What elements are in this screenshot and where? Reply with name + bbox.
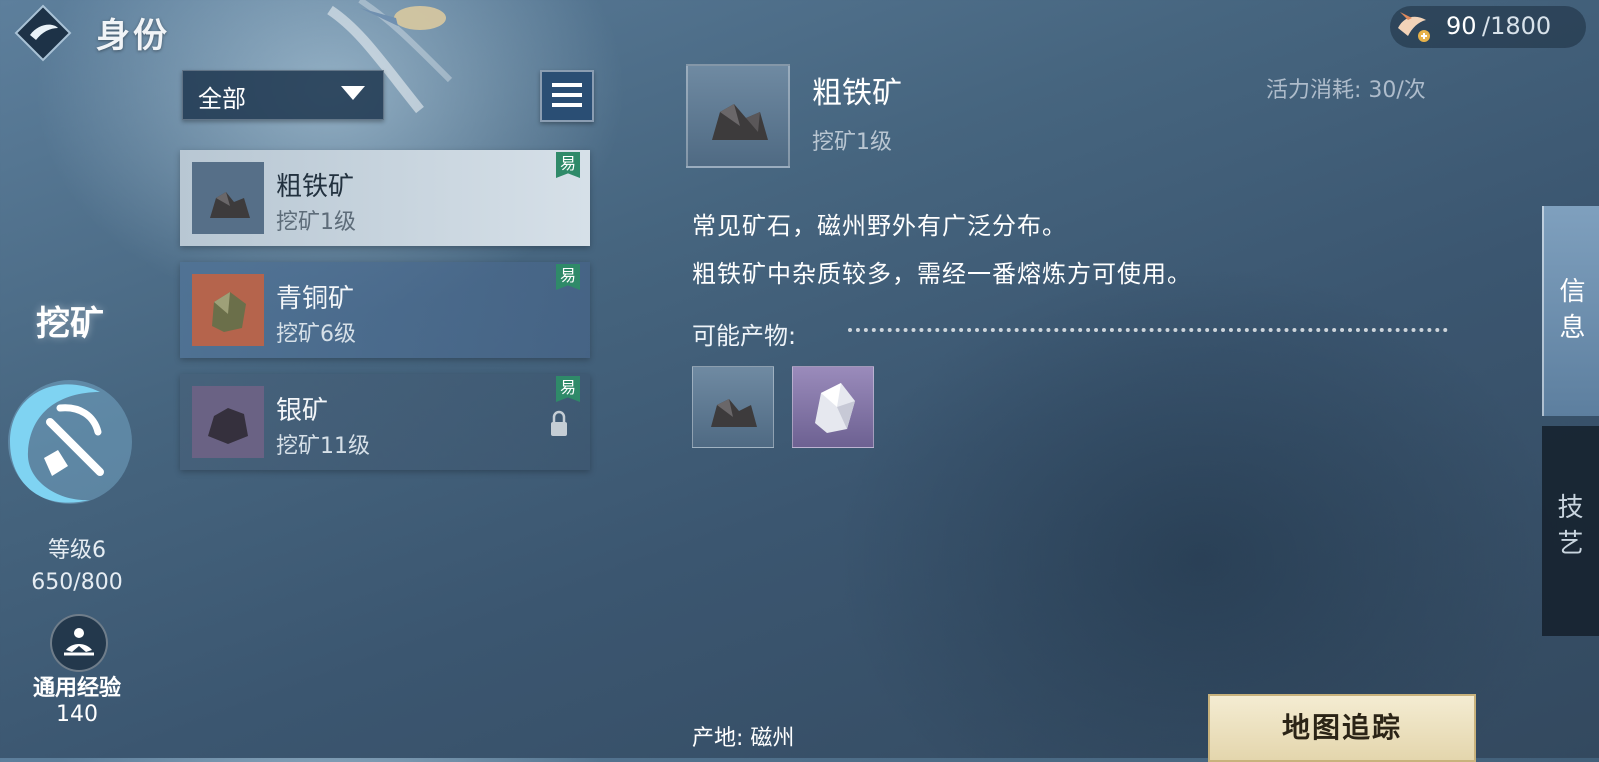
- detail-name: 粗铁矿: [812, 76, 902, 111]
- description-line: 常见矿石，磁州野外有广泛分布。: [692, 212, 1067, 240]
- products-label: 可能产物:: [692, 322, 797, 350]
- difficulty-badge: 易: [556, 152, 580, 178]
- menu-button[interactable]: [540, 70, 594, 122]
- description-line: 粗铁矿中杂质较多，需经一番熔炼方可使用。: [692, 260, 1192, 288]
- difficulty-badge: 易: [556, 376, 580, 402]
- crystal-icon[interactable]: [792, 366, 874, 448]
- skill-level: 等级6: [48, 538, 106, 563]
- tab-skill-label: 艺: [1557, 529, 1584, 559]
- item-level: 挖矿11级: [276, 434, 370, 459]
- energy-bird-icon: [1398, 12, 1430, 42]
- item-level: 挖矿1级: [276, 210, 356, 235]
- iron-ore-icon: [192, 162, 264, 234]
- menu-icon: [552, 103, 582, 107]
- item-level: 挖矿6级: [276, 322, 356, 347]
- meditation-icon[interactable]: [50, 614, 108, 672]
- item-name: 青铜矿: [276, 284, 355, 314]
- tab-skill-label: 技: [1557, 493, 1584, 523]
- back-diamond-icon[interactable]: [14, 4, 72, 62]
- skill-name: 挖矿: [36, 304, 104, 344]
- lock-icon: [551, 410, 567, 436]
- skill-exp: 650/800: [31, 570, 123, 595]
- tab-info-label: 息: [1559, 313, 1586, 343]
- iron-ore-icon[interactable]: [692, 366, 774, 448]
- item-name: 粗铁矿: [276, 172, 355, 202]
- page-title: 身份: [96, 16, 170, 56]
- origin-label: 产地: 磁州: [692, 726, 795, 751]
- map-track-button[interactable]: 地图追踪: [1208, 694, 1476, 762]
- dotted-divider: [848, 328, 1448, 332]
- difficulty-badge: 易: [556, 264, 580, 290]
- chevron-down-icon: [341, 86, 365, 100]
- energy-max: /1800: [1482, 12, 1552, 40]
- silver-ore-icon: [192, 386, 264, 458]
- list-item[interactable]: 粗铁矿 挖矿1级 易: [180, 150, 590, 246]
- tab-info[interactable]: 信 息: [1542, 206, 1599, 416]
- menu-icon: [552, 93, 582, 97]
- list-item[interactable]: 银矿 挖矿11级 易: [180, 374, 590, 470]
- tab-info-label: 信: [1559, 277, 1586, 307]
- pickaxe-icon: [8, 380, 132, 504]
- filter-label: 全部: [198, 85, 246, 113]
- menu-icon: [552, 83, 582, 87]
- common-exp-value: 140: [56, 702, 98, 727]
- iron-ore-icon: [686, 64, 790, 168]
- tab-skill[interactable]: 技 艺: [1542, 426, 1599, 636]
- detail-level: 挖矿1级: [812, 130, 892, 155]
- list-item[interactable]: 青铜矿 挖矿6级 易: [180, 262, 590, 358]
- common-exp-label: 通用经验: [32, 676, 121, 701]
- bronze-ore-icon: [192, 274, 264, 346]
- energy-cost: 活力消耗: 30/次: [1266, 78, 1426, 103]
- energy-current: 90: [1446, 12, 1477, 40]
- item-name: 银矿: [276, 396, 329, 426]
